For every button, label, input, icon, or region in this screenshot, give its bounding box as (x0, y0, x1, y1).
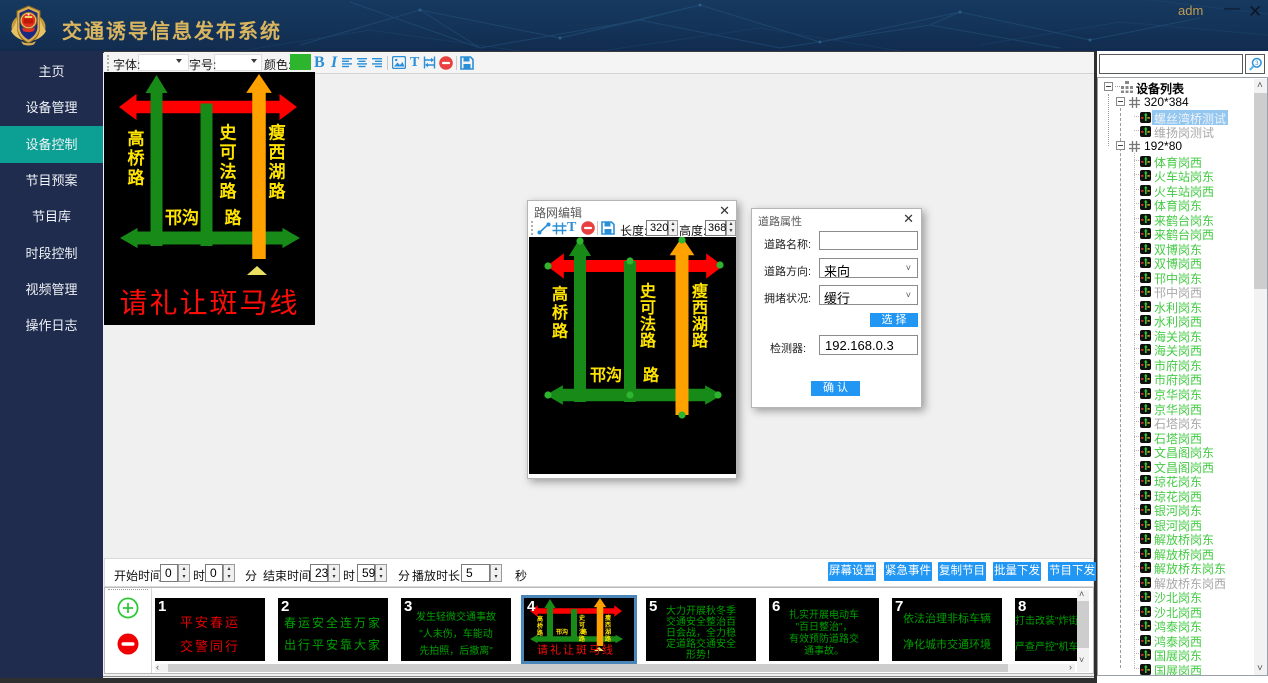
svg-text:西: 西 (692, 299, 708, 317)
svg-text:可: 可 (579, 622, 585, 629)
svg-text:路: 路 (552, 322, 569, 341)
svg-text:路: 路 (269, 181, 287, 201)
svg-text:桥: 桥 (128, 149, 146, 168)
svg-text:史: 史 (579, 614, 586, 622)
svg-text:路: 路 (643, 366, 660, 385)
svg-text:桥: 桥 (537, 622, 544, 630)
svg-text:高: 高 (128, 129, 145, 149)
svg-text:路: 路 (692, 331, 709, 350)
svg-text:西: 西 (605, 621, 611, 629)
svg-text:邗沟: 邗沟 (556, 628, 568, 636)
svg-text:湖: 湖 (692, 316, 708, 334)
svg-text:路: 路 (581, 628, 588, 636)
svg-text:请礼让斑马线: 请礼让斑马线 (119, 288, 299, 319)
svg-text:路: 路 (537, 629, 544, 637)
svg-text:路: 路 (220, 181, 238, 201)
svg-text:可: 可 (640, 300, 656, 317)
svg-text:邗沟: 邗沟 (590, 366, 622, 385)
svg-text:路: 路 (579, 635, 586, 643)
svg-text:瘦: 瘦 (692, 282, 708, 301)
svg-text:史: 史 (640, 282, 657, 301)
svg-text:路: 路 (225, 208, 243, 228)
svg-text:瘦: 瘦 (269, 123, 286, 143)
svg-text:路: 路 (605, 635, 612, 643)
svg-text:瘦: 瘦 (605, 614, 611, 622)
svg-text:湖: 湖 (605, 628, 611, 636)
svg-text:高: 高 (537, 615, 543, 623)
svg-text:邗沟: 邗沟 (165, 208, 199, 228)
svg-text:路: 路 (640, 331, 657, 350)
svg-text:高: 高 (552, 285, 568, 304)
svg-text:桥: 桥 (552, 303, 569, 322)
svg-text:路: 路 (128, 168, 146, 188)
svg-text:法: 法 (640, 315, 656, 334)
svg-text:请礼让斑马线: 请礼让斑马线 (537, 643, 615, 656)
svg-text:法: 法 (220, 162, 237, 182)
svg-text:史: 史 (220, 123, 238, 143)
svg-text:西: 西 (269, 143, 286, 162)
svg-text:湖: 湖 (269, 163, 286, 182)
svg-text:可: 可 (220, 143, 237, 162)
